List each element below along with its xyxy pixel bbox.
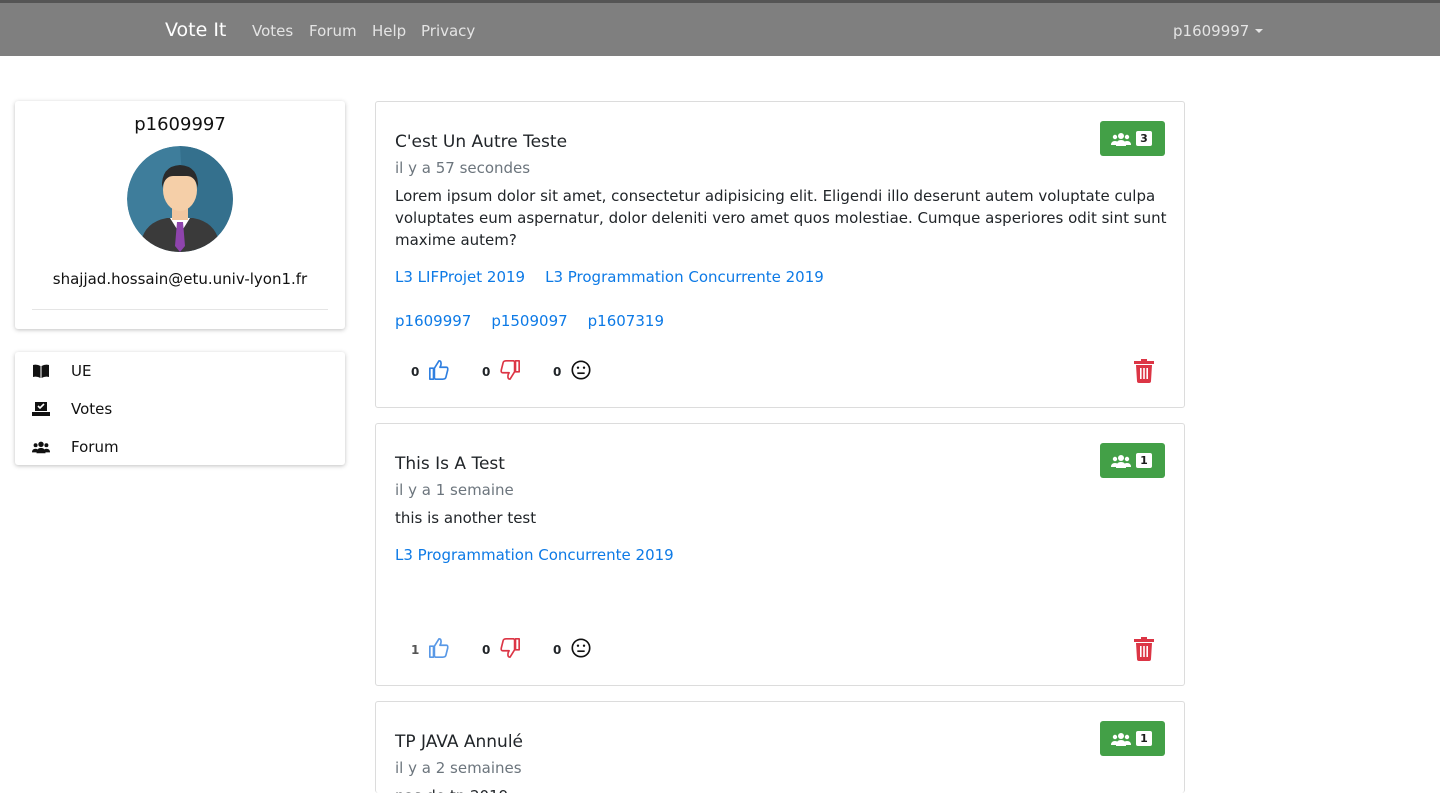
like-button[interactable]: 0 xyxy=(411,358,451,386)
users-icon xyxy=(1111,733,1131,746)
users-icon xyxy=(1111,133,1131,146)
neutral-count: 0 xyxy=(553,365,562,379)
neutral-count: 0 xyxy=(553,643,562,657)
group-tag[interactable]: L3 Programmation Concurrente 2019 xyxy=(395,546,674,564)
group-tag[interactable]: L3 Programmation Concurrente 2019 xyxy=(545,268,824,286)
group-tag[interactable]: L3 LIFProjet 2019 xyxy=(395,268,525,286)
users-icon xyxy=(1111,455,1131,468)
neutral-face-icon xyxy=(571,360,591,380)
user-tag[interactable]: p1609997 xyxy=(395,312,471,330)
post-title: This Is A Test xyxy=(395,454,505,474)
dislike-count: 0 xyxy=(482,365,491,379)
profile-email: shajjad.hossain@etu.univ-lyon1.fr xyxy=(52,270,308,288)
profile-card: p1609997 shajjad.hossain@etu.univ-lyon1.… xyxy=(15,101,345,329)
trash-icon[interactable] xyxy=(1133,359,1155,383)
post-body: this is another test xyxy=(395,509,537,527)
participants-count: 3 xyxy=(1136,131,1152,146)
like-count: 0 xyxy=(411,365,420,379)
menu-item-forum[interactable]: Forum xyxy=(15,428,345,466)
post-body: pas de tp 2019 xyxy=(395,785,1170,793)
menu-item-label: UE xyxy=(71,362,92,380)
nav-link-votes[interactable]: Votes xyxy=(252,22,293,40)
top-navbar: Vote It Votes Forum Help Privacy p160999… xyxy=(0,0,1440,56)
user-tags: p1609997 p1509097 p1607319 xyxy=(395,312,684,330)
menu-item-label: Forum xyxy=(71,438,119,456)
like-count: 1 xyxy=(411,643,420,657)
like-button[interactable]: 1 xyxy=(411,636,451,664)
post-card: This Is A Test il y a 1 semaine this is … xyxy=(375,423,1185,686)
thumbs-up-icon xyxy=(429,360,449,380)
participants-button[interactable]: 3 xyxy=(1100,121,1165,156)
menu-item-ue[interactable]: UE xyxy=(15,352,345,390)
post-title: TP JAVA Annulé xyxy=(395,732,524,752)
user-tag[interactable]: p1607319 xyxy=(588,312,664,330)
post-timestamp: il y a 57 secondes xyxy=(395,159,531,177)
nav-link-privacy[interactable]: Privacy xyxy=(421,22,475,40)
neutral-button[interactable]: 0 xyxy=(553,358,593,386)
menu-item-votes[interactable]: Votes xyxy=(15,390,345,428)
brand-logo[interactable]: Vote It xyxy=(165,19,226,41)
caret-down-icon xyxy=(1255,29,1264,33)
dislike-button[interactable]: 0 xyxy=(482,358,522,386)
thumbs-down-icon xyxy=(500,638,520,658)
vote-row: 1 0 0 xyxy=(376,636,1184,664)
dislike-count: 0 xyxy=(482,643,491,657)
group-tags: L3 Programmation Concurrente 2019 xyxy=(395,546,694,564)
post-title: C'est Un Autre Teste xyxy=(395,132,568,152)
trash-icon[interactable] xyxy=(1133,637,1155,661)
thumbs-up-icon xyxy=(429,638,449,658)
nav-link-forum[interactable]: Forum xyxy=(309,22,357,40)
user-dropdown[interactable]: p1609997 xyxy=(1173,22,1264,40)
user-tag[interactable]: p1509097 xyxy=(491,312,567,330)
nav-link-help[interactable]: Help xyxy=(372,22,406,40)
participants-count: 1 xyxy=(1136,731,1152,746)
post-card: TP JAVA Annulé il y a 2 semaines pas de … xyxy=(375,701,1185,793)
dislike-button[interactable]: 0 xyxy=(482,636,522,664)
group-tags: L3 LIFProjet 2019 L3 Programmation Concur… xyxy=(395,268,844,286)
ballot-box-icon xyxy=(32,402,50,416)
avatar xyxy=(127,146,233,252)
post-body: Lorem ipsum dolor sit amet, consectetur … xyxy=(395,187,1167,249)
user-dropdown-label: p1609997 xyxy=(1173,22,1250,40)
side-menu: UE Votes Forum xyxy=(15,352,345,465)
participants-count: 1 xyxy=(1136,453,1152,468)
profile-username: p1609997 xyxy=(134,114,226,135)
post-timestamp: il y a 1 semaine xyxy=(395,481,514,499)
neutral-button[interactable]: 0 xyxy=(553,636,593,664)
open-book-icon xyxy=(33,364,49,378)
participants-button[interactable]: 1 xyxy=(1100,721,1165,756)
menu-item-label: Votes xyxy=(71,400,113,418)
users-icon xyxy=(32,441,50,454)
neutral-face-icon xyxy=(571,638,591,658)
thumbs-down-icon xyxy=(500,360,520,380)
participants-button[interactable]: 1 xyxy=(1100,443,1165,478)
post-timestamp: il y a 2 semaines xyxy=(395,759,522,777)
vote-row: 0 0 0 xyxy=(376,358,1184,386)
divider xyxy=(32,309,328,310)
post-card: C'est Un Autre Teste il y a 57 secondes … xyxy=(375,101,1185,408)
